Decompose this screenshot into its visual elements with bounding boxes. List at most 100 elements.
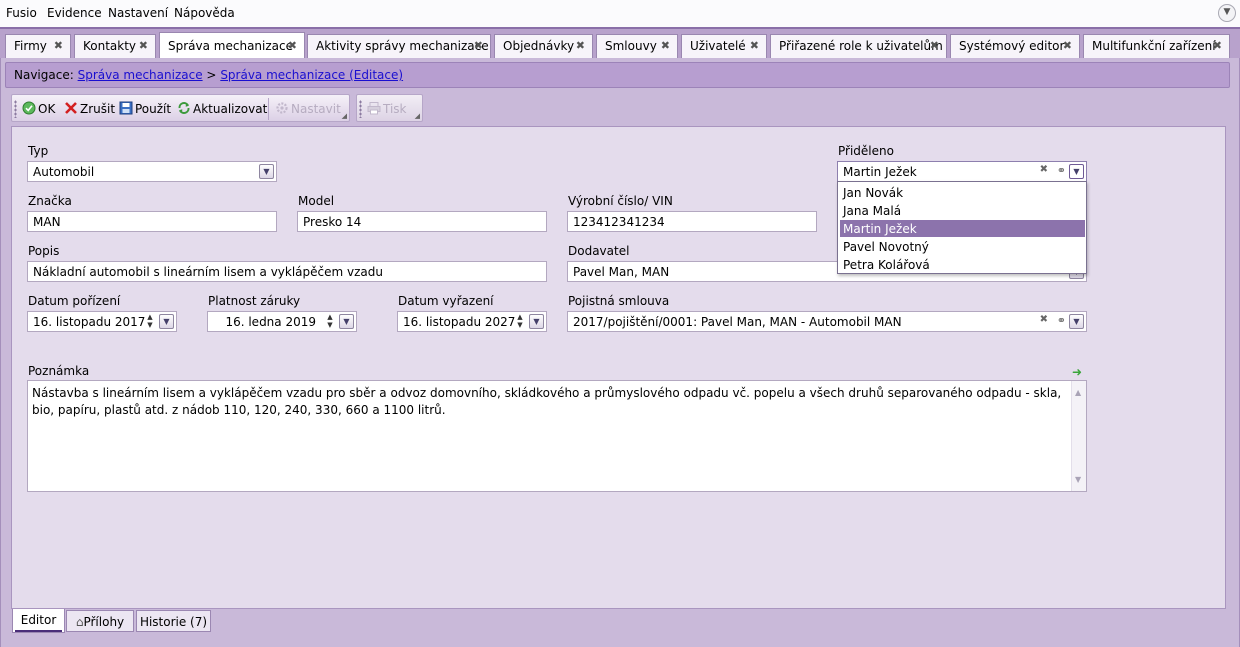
close-icon[interactable]: ✖ bbox=[474, 39, 483, 52]
chevron-down-icon[interactable]: ▼ bbox=[1069, 314, 1084, 329]
document-tab-strip: Firmy ✖ Kontakty ✖ Správa mechanizace ✖ Akt… bbox=[0, 27, 1240, 60]
refresh-icon bbox=[178, 102, 190, 114]
toolbar-separator bbox=[268, 98, 269, 120]
link-icon[interactable]: ⚭ bbox=[1057, 314, 1066, 327]
print-toolbar: Tisk ◢ bbox=[356, 94, 423, 122]
close-icon[interactable]: ✖ bbox=[661, 39, 670, 52]
datum-vyrazeni-label: Datum vyřazení bbox=[398, 294, 494, 308]
save-icon bbox=[119, 101, 133, 115]
datum-porizeni-picker[interactable]: 16. listopadu 2017 ▲ ▼ ▼ bbox=[27, 311, 177, 332]
toolbar: OK Zrušit Použít Aktualizovat Nastavit ◢ bbox=[11, 94, 350, 122]
vin-label: Výrobní číslo/ VIN bbox=[568, 194, 673, 208]
chevron-down-icon[interactable]: ▼ bbox=[159, 314, 174, 329]
breadcrumb-link-editace[interactable]: Správa mechanizace (Editace) bbox=[220, 68, 403, 82]
breadcrumb-separator: > bbox=[206, 68, 217, 82]
link-icon[interactable]: ⚭ bbox=[1057, 164, 1066, 177]
menu-evidence[interactable]: Evidence bbox=[47, 6, 102, 20]
collapse-ribbon-icon[interactable]: ▼ bbox=[1218, 4, 1236, 22]
list-item[interactable]: Jan Novák bbox=[840, 184, 1085, 201]
gear-icon bbox=[276, 102, 288, 114]
poznamka-label: Poznámka bbox=[28, 364, 90, 378]
clear-icon[interactable]: ✖ bbox=[1040, 164, 1048, 175]
close-icon[interactable]: ✖ bbox=[1213, 39, 1222, 52]
breadcrumb-link-sprava[interactable]: Správa mechanizace bbox=[78, 68, 203, 82]
tab-sprava-mechanizace[interactable]: Správa mechanizace ✖ bbox=[159, 32, 305, 60]
prideleno-label: Přiděleno bbox=[838, 144, 894, 158]
scroll-down-icon[interactable]: ▼ bbox=[1075, 471, 1081, 488]
datum-porizeni-label: Datum pořízení bbox=[28, 294, 121, 308]
red-x-icon bbox=[65, 102, 77, 114]
menu-bar: Fusio Evidence Nastavení Nápověda ▼ bbox=[0, 0, 1240, 27]
printer-icon bbox=[367, 102, 381, 115]
list-item[interactable]: Jana Malá bbox=[840, 202, 1085, 219]
close-icon[interactable]: ✖ bbox=[54, 39, 63, 52]
dropdown-corner-icon[interactable]: ◢ bbox=[342, 112, 347, 120]
vertical-scrollbar[interactable]: ▲ ▼ bbox=[1071, 381, 1086, 491]
clear-icon[interactable]: ✖ bbox=[1040, 314, 1048, 325]
close-icon[interactable]: ✖ bbox=[930, 39, 939, 52]
list-item[interactable]: Petra Kolářová bbox=[840, 256, 1085, 273]
datum-vyrazeni-picker[interactable]: 16. listopadu 2027 ▲ ▼ ▼ bbox=[397, 311, 547, 332]
ok-button[interactable]: OK bbox=[22, 101, 55, 116]
close-icon[interactable]: ✖ bbox=[576, 39, 585, 52]
typ-select[interactable]: Automobil ▼ bbox=[27, 161, 277, 182]
model-label: Model bbox=[298, 194, 335, 208]
print-button[interactable]: Tisk bbox=[367, 101, 407, 116]
apply-button[interactable]: Použít bbox=[119, 101, 171, 116]
model-input[interactable]: Presko 14 bbox=[297, 211, 547, 232]
close-icon[interactable]: ✖ bbox=[139, 39, 148, 52]
tab-prilohy[interactable]: ⌂Přílohy bbox=[66, 610, 134, 632]
close-icon[interactable]: ✖ bbox=[750, 39, 759, 52]
pojistna-smlouva-select[interactable]: 2017/pojištění/0001: Pavel Man, MAN - Au… bbox=[567, 311, 1087, 332]
popis-input[interactable]: Nákladní automobil s lineárním lisem a v… bbox=[27, 261, 547, 282]
spin-updown-icon[interactable]: ▲ ▼ bbox=[515, 313, 525, 329]
tab-historie[interactable]: Historie (7) bbox=[136, 610, 211, 632]
prideleno-select[interactable]: Martin Ježek ✖ ⚭ ▼ bbox=[837, 161, 1087, 182]
chevron-down-icon[interactable]: ▼ bbox=[1069, 164, 1084, 179]
prideleno-dropdown-list: Jan Novák Jana Malá Martin Ježek Pavel N… bbox=[837, 181, 1087, 274]
spin-updown-icon[interactable]: ▲ ▼ bbox=[145, 313, 155, 329]
scroll-up-icon[interactable]: ▲ bbox=[1075, 384, 1081, 401]
refresh-button[interactable]: Aktualizovat bbox=[177, 101, 267, 116]
list-item[interactable]: Pavel Novotný bbox=[840, 238, 1085, 255]
tab-uzivatele[interactable]: Uživatelé ✖ bbox=[681, 34, 767, 58]
menu-fusio[interactable]: Fusio bbox=[6, 6, 37, 20]
menu-napoveda[interactable]: Nápověda bbox=[174, 6, 235, 20]
pojistna-smlouva-label: Pojistná smlouva bbox=[568, 294, 670, 308]
vin-input[interactable]: 123412341234 bbox=[567, 211, 817, 232]
platnost-zaruky-label: Platnost záruky bbox=[208, 294, 301, 308]
poznamka-textarea[interactable]: Nástavba s lineárním lisem a vyklápěčem … bbox=[27, 380, 1087, 492]
chevron-down-icon[interactable]: ▼ bbox=[529, 314, 544, 329]
znacka-input[interactable]: MAN bbox=[27, 211, 277, 232]
chevron-down-icon[interactable]: ▼ bbox=[259, 164, 274, 179]
toolbar-grip[interactable] bbox=[14, 100, 17, 118]
tab-aktivity-spravy-mechanizace[interactable]: Aktivity správy mechanizace ✖ bbox=[307, 34, 491, 58]
arrow-right-icon[interactable]: ➜ bbox=[1072, 365, 1082, 379]
settings-button[interactable]: Nastavit bbox=[275, 101, 341, 116]
typ-label: Typ bbox=[28, 144, 49, 158]
menu-nastaveni[interactable]: Nastavení bbox=[108, 6, 168, 20]
toolbar-grip[interactable] bbox=[359, 100, 362, 118]
close-icon[interactable]: ✖ bbox=[288, 39, 297, 52]
cancel-button[interactable]: Zrušit bbox=[64, 101, 115, 116]
popis-label: Popis bbox=[28, 244, 60, 258]
tab-smlouvy[interactable]: Smlouvy ✖ bbox=[596, 34, 678, 58]
list-item-selected[interactable]: Martin Ježek bbox=[840, 220, 1085, 237]
platnost-zaruky-picker[interactable]: 16. ledna 2019 ▲ ▼ ▼ bbox=[207, 311, 357, 332]
tab-editor[interactable]: Editor bbox=[12, 609, 65, 633]
dodavatel-label: Dodavatel bbox=[568, 244, 630, 258]
znacka-label: Značka bbox=[28, 194, 72, 208]
tab-prirazene-role[interactable]: Přiřazené role k uživatelům ✖ bbox=[770, 34, 947, 58]
tab-firmy[interactable]: Firmy ✖ bbox=[5, 34, 71, 58]
check-circle-icon bbox=[22, 101, 36, 115]
breadcrumb: Navigace: Správa mechanizace > Správa me… bbox=[5, 62, 1230, 88]
breadcrumb-prefix: Navigace: bbox=[14, 68, 74, 82]
tab-systemovy-editor[interactable]: Systémový editor ✖ bbox=[950, 34, 1080, 58]
close-icon[interactable]: ✖ bbox=[1063, 39, 1072, 52]
tab-kontakty[interactable]: Kontakty ✖ bbox=[74, 34, 156, 58]
dropdown-corner-icon[interactable]: ◢ bbox=[415, 112, 420, 120]
spin-updown-icon[interactable]: ▲ ▼ bbox=[325, 313, 335, 329]
tab-objednavky[interactable]: Objednávky ✖ bbox=[494, 34, 593, 58]
chevron-down-icon[interactable]: ▼ bbox=[339, 314, 354, 329]
tab-multifunkcni-zarizeni[interactable]: Multifunkční zařízení ✖ bbox=[1083, 34, 1230, 58]
